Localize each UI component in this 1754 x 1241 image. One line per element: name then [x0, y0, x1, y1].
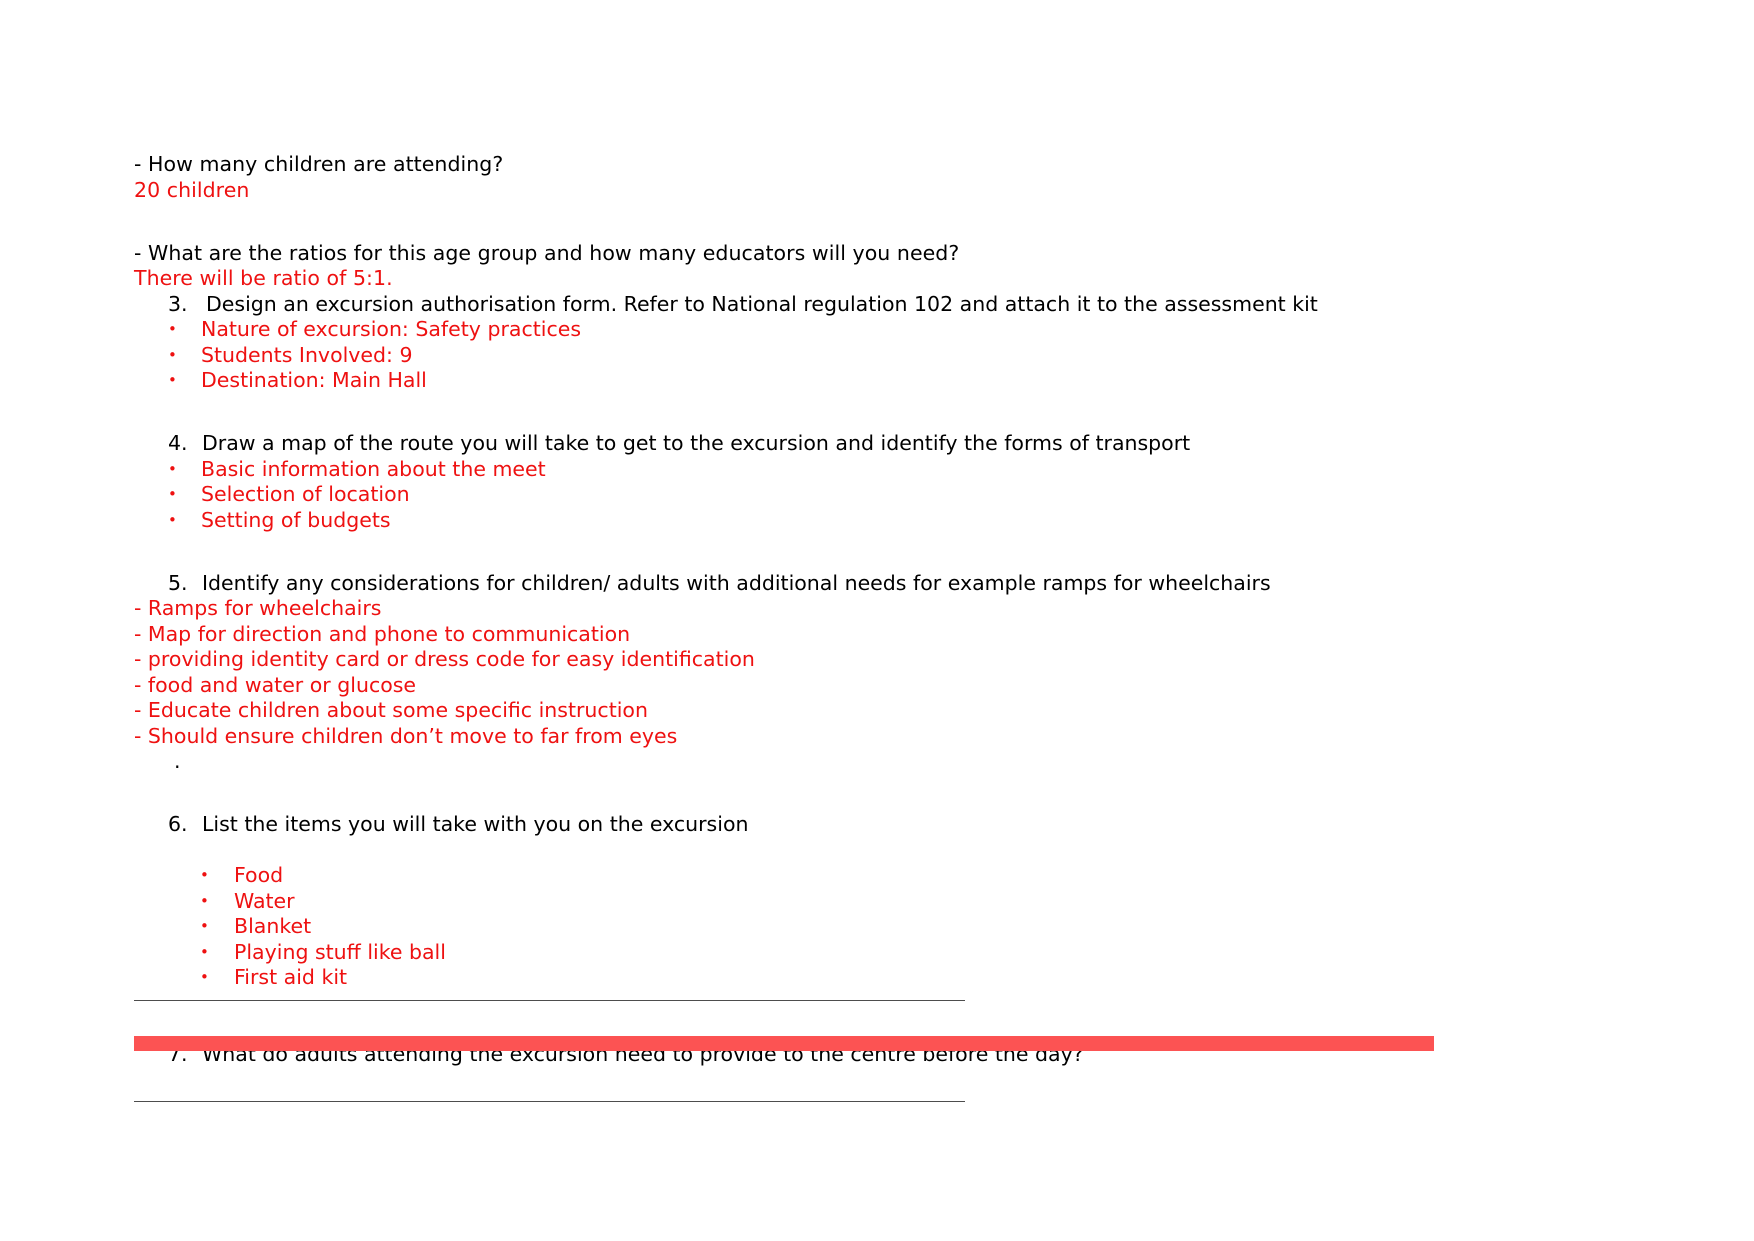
list-item-label: Water	[234, 888, 295, 913]
list-item-5-text: Identify any considerations for children…	[202, 570, 1271, 595]
list-item-5: 5. Identify any considerations for child…	[134, 571, 1604, 597]
list-item-6: 6. List the items you will take with you…	[134, 812, 1604, 838]
document-body: - How many children are attending? 20 ch…	[134, 152, 1604, 1067]
list-item-4-text: Draw a map of the route you will take to…	[202, 431, 1191, 455]
footer-rule-top	[134, 1000, 965, 1001]
list-item-label: Blanket	[234, 914, 312, 938]
list-item: • Water	[134, 889, 1604, 915]
document-page: - How many children are attending? 20 ch…	[0, 0, 1754, 1241]
question-children-count: - How many children are attending?	[134, 152, 504, 176]
list-item: • Students Involved: 9	[134, 343, 1604, 369]
bullet-icon: •	[200, 866, 209, 884]
stray-period-mark: .	[174, 749, 181, 773]
list-item-5-number: 5.	[168, 570, 188, 595]
list-item-label: Nature of excursion: Safety practices	[201, 317, 582, 341]
answer-ratios: There will be ratio of 5:1.	[134, 266, 393, 290]
list-item-3-number: 3.	[168, 291, 188, 316]
list-item: • Destination: Main Hall	[134, 368, 1604, 394]
list-item: • Playing stuff like ball	[134, 940, 1604, 966]
answer-line: - Map for direction and phone to communi…	[134, 621, 631, 646]
answer-line: - providing identity card or dress code …	[134, 647, 755, 671]
answer-line: - Ramps for wheelchairs	[134, 596, 382, 620]
list-item: • Selection of location	[134, 482, 1604, 508]
answer-line: - Should ensure children don’t move to f…	[134, 723, 678, 748]
bullet-icon: •	[168, 459, 177, 478]
list-item-label: Basic information about the meet	[201, 456, 546, 481]
answer-line: - food and water or glucose	[134, 672, 417, 697]
list-item: • Blanket	[134, 914, 1604, 940]
list-item-label: Selection of location	[201, 482, 410, 506]
list-item-label: First aid kit	[234, 965, 348, 989]
list-item-label: Destination: Main Hall	[201, 368, 427, 392]
footer-rule-bottom	[134, 1101, 965, 1102]
list-item: • Setting of budgets	[134, 508, 1604, 534]
footer-accent-bar	[134, 1036, 1434, 1051]
bullet-icon: •	[200, 917, 209, 935]
list-item-3: 3. Design an excursion authorisation for…	[134, 292, 1604, 318]
list-item: • Food	[134, 863, 1604, 889]
list-item-label: Playing stuff like ball	[234, 939, 446, 964]
list-item-label: Setting of budgets	[201, 507, 391, 532]
bullet-icon: •	[200, 942, 209, 961]
list-item: • First aid kit	[134, 965, 1604, 991]
bullet-icon: •	[200, 968, 209, 986]
list-item-6-number: 6.	[168, 812, 188, 836]
bullet-icon: •	[200, 891, 209, 910]
list-item-label: Food	[234, 863, 284, 887]
bullet-icon: •	[168, 485, 177, 503]
answer-line: - Educate children about some specific i…	[134, 698, 648, 722]
list-item-6-text: List the items you will take with you on…	[202, 812, 749, 836]
list-item-4-number: 4.	[168, 431, 188, 455]
list-item-3-text: Design an excursion authorisation form. …	[206, 291, 1318, 316]
bullet-icon: •	[168, 510, 177, 529]
list-item: • Basic information about the meet	[134, 457, 1604, 483]
bullet-icon: •	[168, 345, 177, 364]
bullet-icon: •	[168, 371, 177, 389]
answer-children-count: 20 children	[134, 177, 250, 202]
list-item-4: 4. Draw a map of the route you will take…	[134, 431, 1604, 457]
list-item-label: Students Involved: 9	[201, 342, 413, 367]
bullet-icon: •	[168, 320, 177, 338]
question-ratios: - What are the ratios for this age group…	[134, 240, 960, 265]
list-item: • Nature of excursion: Safety practices	[134, 317, 1604, 343]
